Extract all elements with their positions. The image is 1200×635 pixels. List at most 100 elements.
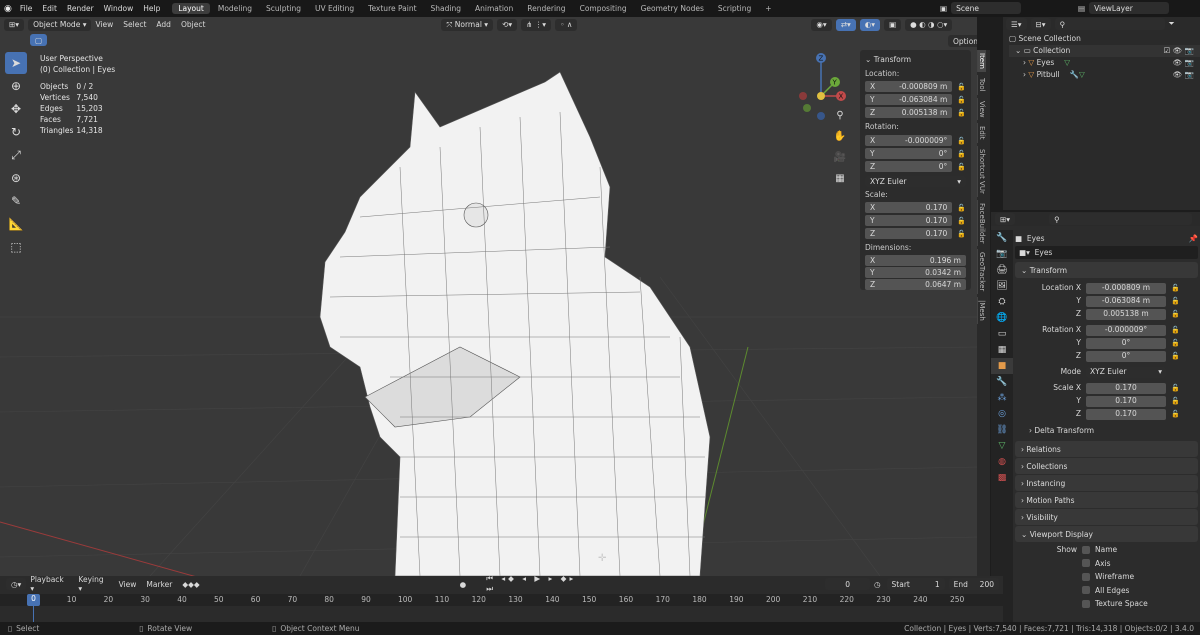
- prop-location-z[interactable]: Z 0.005138 m 🔓: [1015, 308, 1198, 320]
- start-frame-field[interactable]: Start 1: [886, 578, 945, 590]
- visibility-section[interactable]: › Visibility: [1015, 509, 1198, 525]
- menu-window[interactable]: Window: [104, 4, 134, 13]
- instancing-section[interactable]: › Instancing: [1015, 475, 1198, 491]
- menu-keying[interactable]: Keying ▾: [78, 575, 108, 593]
- checkbox-icon[interactable]: [1082, 545, 1090, 554]
- properties-editor-type[interactable]: ⊞▾: [995, 213, 1016, 225]
- pin-icon[interactable]: 📌: [1189, 234, 1198, 243]
- n-transform-header[interactable]: ⌄ Transform: [865, 53, 966, 65]
- rotate-tool-icon[interactable]: ↻: [5, 121, 27, 143]
- lock-icon[interactable]: 🔓: [1171, 337, 1180, 349]
- pivot-button[interactable]: ⟲▾: [497, 18, 518, 31]
- tab-texture-paint[interactable]: Texture Paint: [362, 3, 422, 14]
- lock-icon[interactable]: 🔓: [1171, 395, 1180, 407]
- modifier-props-icon[interactable]: 🔧: [991, 374, 1013, 390]
- prop-location-y[interactable]: Y -0.063084 m 🔓: [1015, 295, 1198, 307]
- collections-section[interactable]: › Collections: [1015, 458, 1198, 474]
- tab-modeling[interactable]: Modeling: [212, 3, 258, 14]
- ntab-edit[interactable]: Edit: [977, 123, 986, 143]
- tab-rendering[interactable]: Rendering: [521, 3, 571, 14]
- transform-tool-icon[interactable]: ⊛: [5, 167, 27, 189]
- viewport-display-section[interactable]: ⌄ Viewport Display: [1015, 526, 1198, 542]
- n-rotation-x[interactable]: X -0.000009° 🔓: [865, 134, 966, 147]
- tab-geometry-nodes[interactable]: Geometry Nodes: [635, 3, 710, 14]
- ntab-facebuilder[interactable]: FaceBuilder: [977, 199, 986, 247]
- tab-animation[interactable]: Animation: [469, 3, 519, 14]
- lock-icon[interactable]: 🔓: [957, 83, 966, 91]
- move-tool-icon[interactable]: ✥: [5, 98, 27, 120]
- lock-icon[interactable]: 🔓: [957, 230, 966, 238]
- options-dropdown[interactable]: Options ▾: [948, 35, 977, 47]
- scale-tool-icon[interactable]: ⤢: [5, 144, 27, 166]
- lock-icon[interactable]: 🔓: [1171, 282, 1180, 294]
- menu-edit[interactable]: Edit: [42, 4, 57, 13]
- transform-section-header[interactable]: ⌄ Transform: [1015, 262, 1198, 278]
- texture-checker-icon[interactable]: ▩: [991, 470, 1013, 486]
- funnel-icon[interactable]: ⏷: [1169, 19, 1175, 29]
- ntab-view[interactable]: View: [977, 97, 986, 121]
- n-scale-z[interactable]: Z 0.170 🔓: [865, 227, 966, 240]
- tab-layout[interactable]: Layout: [172, 3, 210, 14]
- prop-scale-x[interactable]: Scale X 0.170 🔓: [1015, 382, 1198, 394]
- texture-props-icon[interactable]: ▦: [991, 342, 1013, 358]
- n-scale-y[interactable]: Y 0.170 🔓: [865, 214, 966, 227]
- clock-icon[interactable]: ◷: [874, 580, 881, 589]
- lock-icon[interactable]: 🔓: [957, 204, 966, 212]
- lock-icon[interactable]: 🔓: [1171, 295, 1180, 307]
- visibility-icons[interactable]: 👁 📷: [1173, 69, 1194, 81]
- checkbox-icon[interactable]: [1082, 572, 1090, 581]
- constraints-props-icon[interactable]: ⛓: [991, 422, 1013, 438]
- n-dimension-z[interactable]: Z 0.0647 m: [865, 279, 966, 290]
- motion-paths-section[interactable]: › Motion Paths: [1015, 492, 1198, 508]
- show-axis-checkbox[interactable]: Axis: [1015, 557, 1198, 571]
- particles-props-icon[interactable]: ⁂: [991, 390, 1013, 406]
- output-props-icon[interactable]: 🖨: [991, 262, 1013, 278]
- prop-scale-z[interactable]: Z 0.170 🔓: [1015, 408, 1198, 420]
- world-props-icon[interactable]: 🌐: [991, 310, 1013, 326]
- menu-timeline-view[interactable]: View: [119, 580, 137, 589]
- prop-scale-y[interactable]: Y 0.170 🔓: [1015, 395, 1198, 407]
- n-rotation-y[interactable]: Y 0° 🔓: [865, 147, 966, 160]
- camera-icon[interactable]: 🎥: [833, 147, 847, 167]
- visibility-button[interactable]: ◉▾: [811, 18, 832, 31]
- lock-icon[interactable]: 🔓: [1171, 308, 1180, 320]
- properties-search-input[interactable]: ⚲: [1049, 213, 1192, 225]
- menu-file[interactable]: File: [20, 4, 33, 13]
- pan-hand-icon[interactable]: ✋: [833, 126, 847, 146]
- object-name-field[interactable]: ■▾ Eyes: [1015, 246, 1198, 259]
- 3d-viewport[interactable]: ✛ ⊞▾ Object Mode ▾ View Select Add Objec…: [0, 17, 977, 576]
- outliner-item-pitbull[interactable]: › ▽ Pitbull 🔧▽ 👁 📷: [1009, 69, 1200, 81]
- current-frame-field[interactable]: 0: [825, 578, 870, 590]
- n-location-z[interactable]: Z 0.005138 m 🔓: [865, 106, 966, 119]
- prop-location-x[interactable]: Location X -0.000809 m 🔓: [1015, 282, 1198, 294]
- lock-icon[interactable]: 🔓: [1171, 350, 1180, 362]
- menu-select[interactable]: Select: [123, 20, 146, 29]
- viewlayer-field[interactable]: ViewLayer: [1089, 2, 1170, 14]
- menu-playback[interactable]: Playback ▾: [30, 575, 68, 593]
- blender-logo-icon[interactable]: ◉: [4, 4, 12, 14]
- tab-uv-editing[interactable]: UV Editing: [309, 3, 360, 14]
- scene-selector[interactable]: ▣ Scene: [940, 2, 1025, 14]
- n-rotation-z[interactable]: Z 0° 🔓: [865, 160, 966, 173]
- view-layer-props-icon[interactable]: 🖼: [991, 278, 1013, 294]
- data-props-icon[interactable]: ▽: [991, 438, 1013, 454]
- lock-icon[interactable]: 🔓: [957, 96, 966, 104]
- lock-icon[interactable]: 🔓: [957, 217, 966, 225]
- lock-icon[interactable]: 🔓: [1171, 324, 1180, 336]
- n-dimension-y[interactable]: Y 0.0342 m: [865, 267, 966, 278]
- ntab-shortcut[interactable]: Shortcut VUr: [977, 145, 986, 197]
- editor-type-button[interactable]: ⊞▾: [4, 18, 25, 31]
- lock-icon[interactable]: 🔓: [957, 150, 966, 158]
- add-workspace-icon[interactable]: +: [759, 3, 777, 14]
- show-name-checkbox[interactable]: Show Name: [1015, 543, 1198, 557]
- checkbox-eye-camera-icons[interactable]: ☑ 👁 📷: [1164, 45, 1194, 57]
- menu-add[interactable]: Add: [156, 20, 171, 29]
- material-props-icon[interactable]: ◍: [991, 454, 1013, 470]
- xray-button[interactable]: ▣: [884, 18, 902, 31]
- gizmo-button[interactable]: ⇄▾: [835, 18, 856, 31]
- visibility-icons[interactable]: 👁 📷: [1173, 57, 1194, 69]
- n-location-y[interactable]: Y -0.063084 m 🔓: [865, 93, 966, 106]
- tab-compositing[interactable]: Compositing: [574, 3, 633, 14]
- keyframe-icons[interactable]: ◆◆◆: [182, 580, 199, 589]
- mode-dropdown[interactable]: Object Mode ▾: [28, 18, 92, 31]
